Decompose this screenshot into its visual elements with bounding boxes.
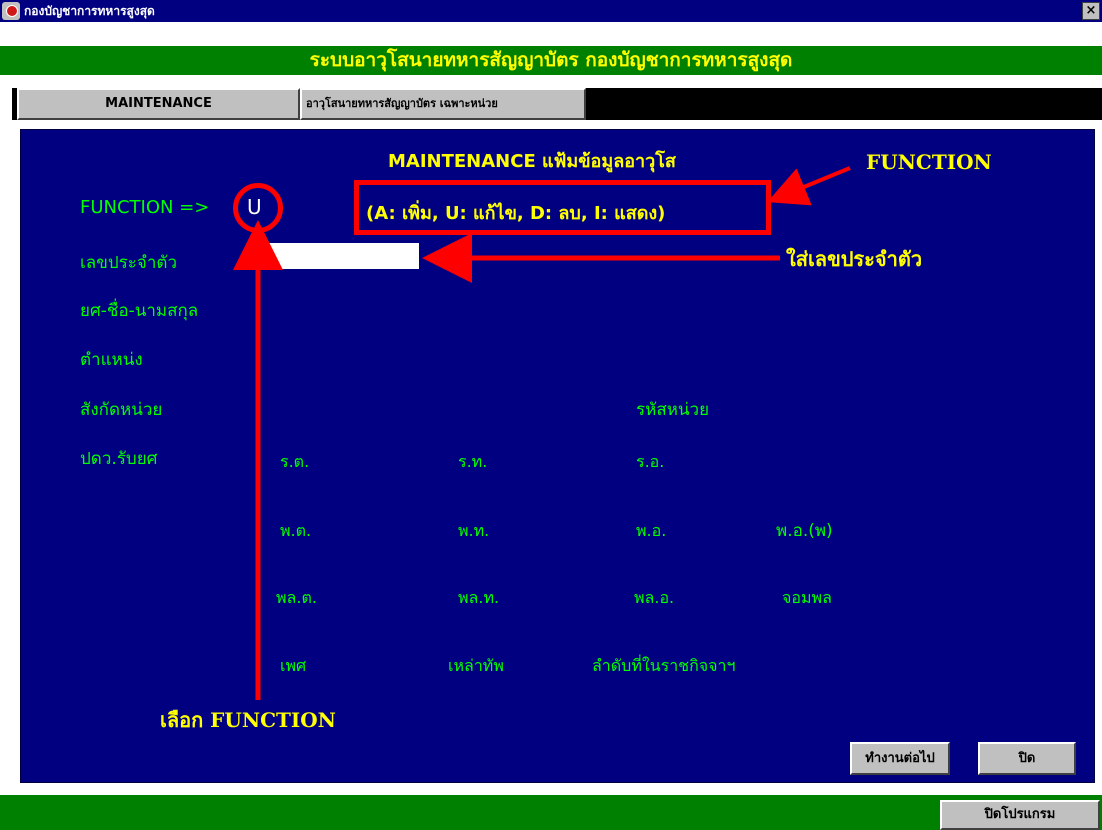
- position-label: ตำแหน่ง: [80, 350, 143, 370]
- rank-label: ร.ท.: [458, 452, 488, 471]
- name-label: ยศ-ชื่อ-นามสกุล: [80, 301, 199, 321]
- system-header: ระบบอาวุโสนายทหารสัญญาบัตร กองบัญชาการทห…: [0, 46, 1102, 75]
- window-title: กองบัญชาการทหารสูงสุด: [24, 4, 155, 18]
- tab-maintenance[interactable]: MAINTENANCE: [17, 88, 300, 120]
- rank-label: พ.อ.(พ): [776, 521, 833, 541]
- rank-label: พ.อ.: [636, 521, 667, 540]
- window-close-button[interactable]: ×: [1082, 2, 1100, 20]
- rank-label: พล.ต.: [276, 588, 317, 607]
- rank-label: พ.ท.: [458, 521, 490, 540]
- branch-label: เหล่าทัพ: [448, 656, 504, 675]
- rank-label: พล.อ.: [634, 588, 675, 607]
- system-title: ระบบอาวุโสนายทหารสัญญาบัตร กองบัญชาการทห…: [309, 49, 793, 71]
- unit-label: สังกัดหน่วย: [80, 400, 163, 420]
- rank-label: พล.ท.: [458, 588, 500, 607]
- tab-bar: MAINTENANCE อาวุโสนายทหารสัญญาบัตร เฉพาะ…: [12, 88, 1102, 120]
- function-annotation: FUNCTION: [866, 150, 992, 174]
- title-bar: กองบัญชาการทหารสูงสุด ×: [0, 0, 1102, 22]
- unit-code-label: รหัสหน่วย: [636, 400, 710, 420]
- app-emblem-icon: [2, 2, 20, 20]
- choose-function-annotation: เลือก FUNCTION: [160, 708, 336, 732]
- rank-label: จอมพล: [782, 588, 832, 607]
- rank-label: ร.ต.: [280, 452, 310, 471]
- function-options-highlight: [354, 180, 771, 235]
- form-title: MAINTENANCE แฟ้มข้อมูลอาวุโส: [388, 151, 676, 172]
- sex-label: เพศ: [280, 656, 307, 675]
- tab-unit-seniority[interactable]: อาวุโสนายทหารสัญญาบัตร เฉพาะหน่วย: [300, 88, 586, 120]
- rank-label: ร.อ.: [636, 452, 665, 471]
- status-bar: ปิดโปรแกรม: [0, 795, 1102, 830]
- gazette-order-label: ลำดับที่ในราชกิจจาฯ: [592, 656, 736, 675]
- continue-button[interactable]: ทำงานต่อไป: [850, 742, 950, 775]
- id-number-input[interactable]: [247, 243, 419, 269]
- rank-label: พ.ต.: [280, 521, 312, 540]
- function-label: FUNCTION =>: [80, 197, 210, 218]
- exit-program-button[interactable]: ปิดโปรแกรม: [940, 800, 1100, 830]
- close-button[interactable]: ปิด: [978, 742, 1076, 775]
- enter-id-annotation: ใส่เลขประจำตัว: [786, 247, 923, 271]
- function-input-highlight: [233, 183, 283, 233]
- promotion-date-label: ปดว.รับยศ: [80, 449, 158, 469]
- id-label: เลขประจำตัว: [80, 253, 177, 273]
